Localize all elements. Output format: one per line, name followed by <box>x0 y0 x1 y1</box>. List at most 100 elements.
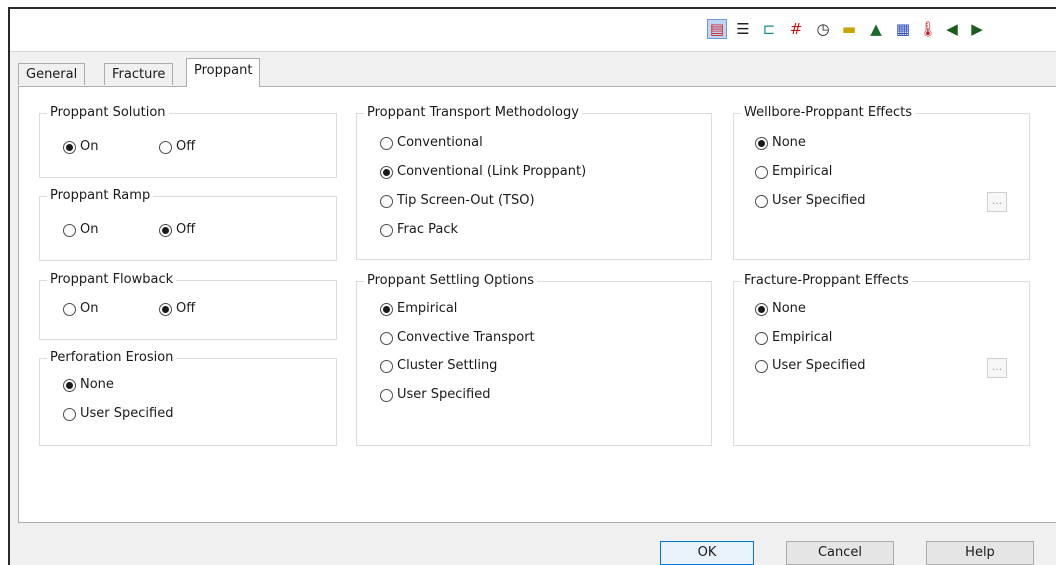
proppant-ramp-on-radio[interactable]: On <box>63 221 98 239</box>
radio-label: Off <box>176 139 196 154</box>
proppant-ramp-off-radio[interactable]: Off <box>159 221 195 239</box>
fracture-empirical-radio[interactable]: Empirical <box>755 329 832 347</box>
cancel-button[interactable]: Cancel <box>786 541 894 565</box>
settling-convective-transport-radio[interactable]: Convective Transport <box>380 329 535 347</box>
ok-button[interactable]: OK <box>660 541 754 565</box>
radio-label: Off <box>176 301 196 316</box>
radio-indicator <box>63 140 76 154</box>
thermometer-icon[interactable]: 🌡 <box>918 19 938 39</box>
radio-label: Off <box>176 222 196 237</box>
radio-label: None <box>80 377 114 392</box>
radio-indicator <box>159 302 172 316</box>
group-title: Wellbore-Proppant Effects <box>741 104 916 122</box>
perforation-erosion-none-radio[interactable]: None <box>63 376 114 394</box>
transport-conventional-radio[interactable]: Conventional <box>380 134 483 152</box>
scroll-left-icon[interactable]: ◀ <box>942 19 962 39</box>
fracture-effects-group: Fracture-Proppant Effects None Empirical… <box>733 272 1030 446</box>
radio-indicator <box>380 165 393 179</box>
tab-fracture[interactable]: Fracture <box>104 63 174 85</box>
radio-label: Empirical <box>772 164 833 179</box>
help-button[interactable]: Help <box>926 541 1034 565</box>
settling-cluster-settling-radio[interactable]: Cluster Settling <box>380 357 497 375</box>
clock-icon[interactable]: ◷ <box>813 19 833 39</box>
radio-label: Tip Screen-Out (TSO) <box>397 193 535 208</box>
proppant-solution-group: Proppant Solution On Off <box>39 104 337 178</box>
radio-label: Frac Pack <box>397 222 459 237</box>
scroll-right-icon[interactable]: ▶ <box>967 19 987 39</box>
proppant-flowback-group: Proppant Flowback On Off <box>39 271 337 340</box>
radio-label: User Specified <box>772 358 866 373</box>
radio-label: On <box>80 139 99 154</box>
radio-indicator <box>755 165 768 179</box>
proppant-view-icon[interactable]: ▤ <box>707 19 727 39</box>
perforation-erosion-group: Perforation Erosion None User Specified <box>39 349 337 446</box>
wellbore-effects-group: Wellbore-Proppant Effects None Empirical… <box>733 104 1030 260</box>
radio-indicator <box>63 302 76 316</box>
proppant-solution-off-radio[interactable]: Off <box>159 138 195 156</box>
fracture-user-specified-radio[interactable]: User Specified <box>755 357 865 375</box>
radio-indicator <box>380 359 393 373</box>
radio-label: User Specified <box>397 387 491 402</box>
settling-empirical-radio[interactable]: Empirical <box>380 300 457 318</box>
terrain-icon[interactable]: ▲ <box>866 19 886 39</box>
proppant-solution-on-radio[interactable]: On <box>63 138 98 156</box>
radio-indicator <box>755 136 768 150</box>
group-title: Proppant Ramp <box>47 187 154 205</box>
radio-label: Cluster Settling <box>397 358 498 373</box>
group-title: Proppant Transport Methodology <box>364 104 582 122</box>
proppant-flowback-off-radio[interactable]: Off <box>159 300 195 318</box>
radio-indicator <box>63 407 76 421</box>
wellbore-browse-button[interactable]: ... <box>987 192 1007 212</box>
radio-label: Conventional (Link Proppant) <box>397 164 587 179</box>
tab-proppant[interactable]: Proppant <box>186 58 261 87</box>
tab-general[interactable]: General <box>18 63 86 85</box>
fracture-browse-button[interactable]: ... <box>987 358 1007 378</box>
radio-indicator <box>755 331 768 345</box>
wellbore-empirical-radio[interactable]: Empirical <box>755 163 832 181</box>
radio-label: On <box>80 222 99 237</box>
radio-label: User Specified <box>80 406 174 421</box>
radio-indicator <box>380 194 393 208</box>
radio-indicator <box>159 223 172 237</box>
group-title: Proppant Settling Options <box>364 272 538 290</box>
proppant-flowback-on-radio[interactable]: On <box>63 300 98 318</box>
group-title: Proppant Flowback <box>47 271 177 289</box>
radio-label: Convective Transport <box>397 330 535 345</box>
radio-indicator <box>755 302 768 316</box>
radio-indicator <box>159 140 172 154</box>
settling-options-group: Proppant Settling Options Empirical Conv… <box>356 272 712 446</box>
layers-icon[interactable]: ☰ <box>733 19 753 39</box>
grid-map-icon[interactable]: ▦ <box>893 19 913 39</box>
radio-indicator <box>755 194 768 208</box>
transport-conventional-link-proppant-radio[interactable]: Conventional (Link Proppant) <box>380 163 586 181</box>
wellbore-user-specified-radio[interactable]: User Specified <box>755 192 865 210</box>
radio-label: Empirical <box>397 301 458 316</box>
wellbore-icon[interactable]: ⊏ <box>759 19 779 39</box>
group-title: Proppant Solution <box>47 104 169 122</box>
radio-indicator <box>63 378 76 392</box>
group-title: Fracture-Proppant Effects <box>741 272 912 290</box>
radio-label: On <box>80 301 99 316</box>
radio-label: User Specified <box>772 193 866 208</box>
settling-user-specified-radio[interactable]: User Specified <box>380 386 490 404</box>
radio-indicator <box>380 388 393 402</box>
proppant-tab-panel: Proppant Solution On Off Proppant Ramp O… <box>18 86 1056 523</box>
radio-label: Conventional <box>397 135 483 150</box>
radio-label: None <box>772 135 806 150</box>
perforation-erosion-user-specified-radio[interactable]: User Specified <box>63 405 173 423</box>
group-title: Perforation Erosion <box>47 349 177 367</box>
radio-indicator <box>380 331 393 345</box>
radio-label: None <box>772 301 806 316</box>
radio-indicator <box>380 223 393 237</box>
radio-indicator <box>755 359 768 373</box>
formation-icon[interactable]: ▬ <box>839 19 859 39</box>
radio-indicator <box>380 136 393 150</box>
toolbar: ▤ ☰ ⊏ # ◷ ▬ ▲ ▦ 🌡 ◀ ▶ <box>10 9 1056 52</box>
fracture-none-radio[interactable]: None <box>755 300 806 318</box>
transport-frac-pack-radio[interactable]: Frac Pack <box>380 221 458 239</box>
transport-methodology-group: Proppant Transport Methodology Conventio… <box>356 104 712 260</box>
proppant-ramp-group: Proppant Ramp On Off <box>39 187 337 261</box>
transport-tip-screen-out-radio[interactable]: Tip Screen-Out (TSO) <box>380 192 535 210</box>
wellbore-none-radio[interactable]: None <box>755 134 806 152</box>
perforation-icon[interactable]: # <box>786 19 806 39</box>
